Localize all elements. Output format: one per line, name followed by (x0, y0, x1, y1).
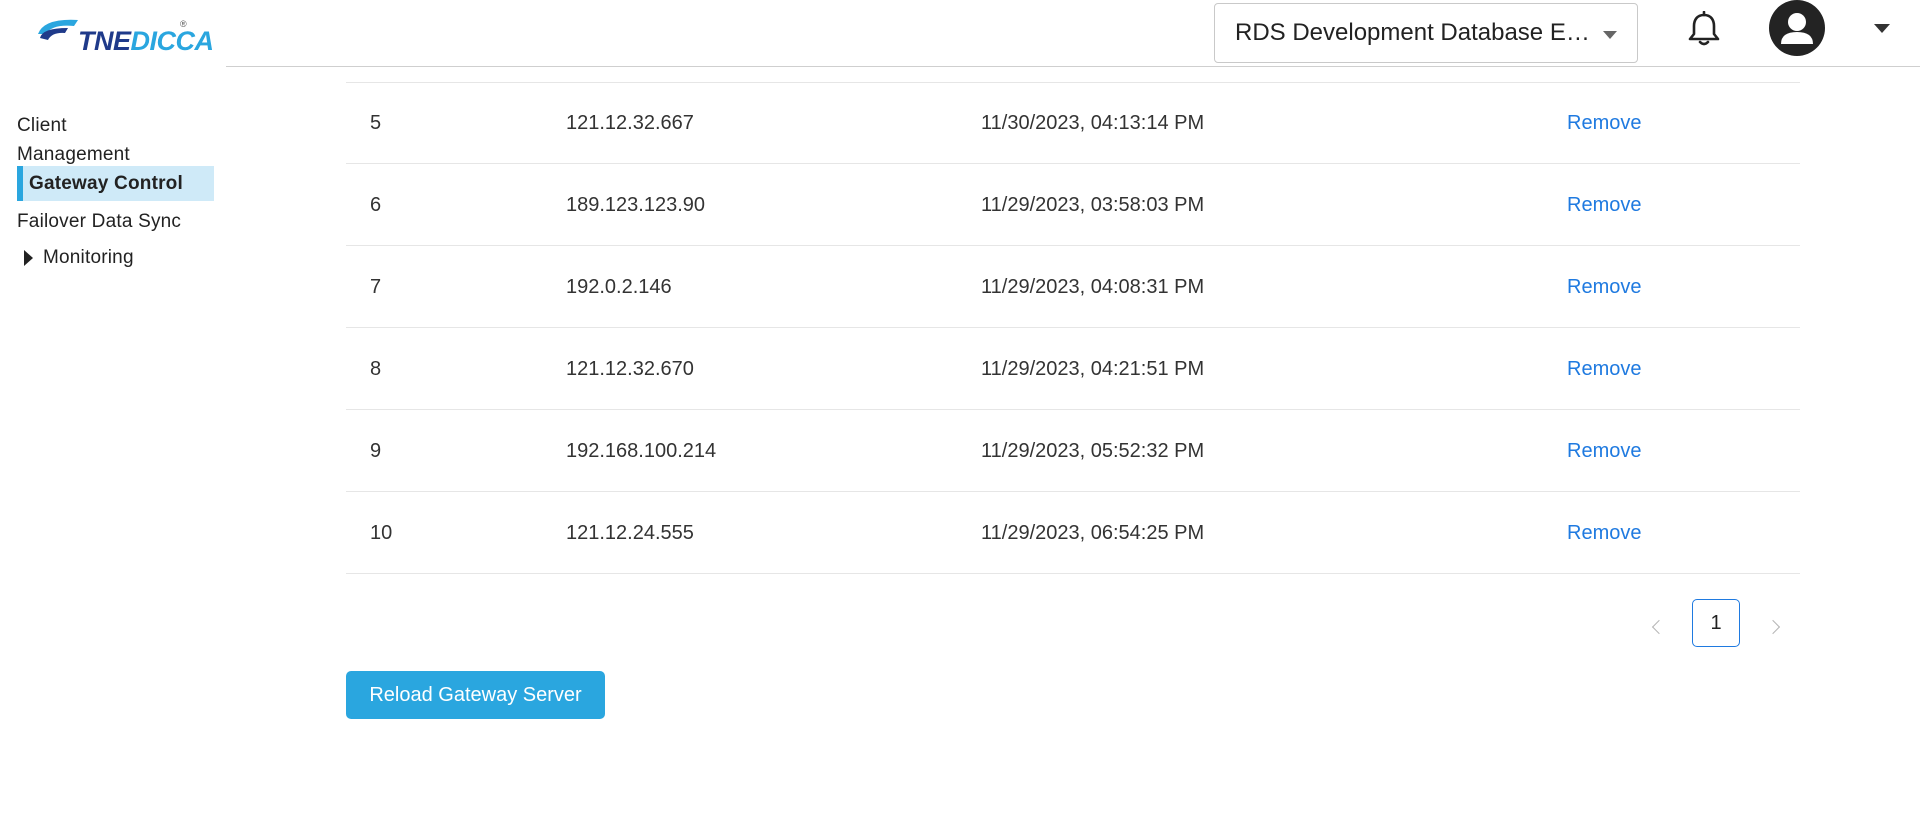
pagination-next-button[interactable] (1764, 614, 1788, 640)
row-number: 8 (370, 358, 382, 380)
registered-mark: ® (180, 19, 187, 29)
row-timestamp: 11/29/2023, 05:52:32 PM (981, 440, 1205, 462)
remove-link[interactable]: Remove (1567, 492, 1641, 574)
row-number: 6 (370, 194, 382, 216)
remove-link[interactable]: Remove (1567, 164, 1641, 246)
row-number: 10 (370, 522, 393, 544)
chevron-left-icon (1651, 619, 1667, 635)
row-timestamp: 11/29/2023, 03:58:03 PM (981, 194, 1205, 216)
table-row: 6 189.123.123.90 11/29/2023, 03:58:03 PM… (346, 164, 1800, 246)
bell-icon[interactable] (1687, 10, 1721, 47)
remove-link[interactable]: Remove (1567, 246, 1641, 328)
database-select[interactable]: RDS Development Database EL... (1214, 3, 1638, 63)
row-ip-address: 189.123.123.90 (566, 194, 706, 216)
remove-link[interactable]: Remove (1567, 82, 1641, 164)
sidebar-item-failover-data-sync[interactable]: Failover Data Sync (17, 207, 181, 236)
avatar-icon (1781, 13, 1813, 44)
logo-text-part2: DICCA (130, 26, 215, 56)
table-row: 9 192.168.100.214 11/29/2023, 05:52:32 P… (346, 410, 1800, 492)
pagination-page-current[interactable]: 1 (1692, 599, 1740, 647)
table-row: 7 192.0.2.146 11/29/2023, 04:08:31 PM Re… (346, 246, 1800, 328)
sidebar: Client Management Gateway Control Failov… (0, 67, 226, 839)
table-row: 10 121.12.24.555 11/29/2023, 06:54:25 PM… (346, 492, 1800, 574)
row-timestamp: 11/29/2023, 04:21:51 PM (981, 358, 1205, 380)
chevron-right-icon (1765, 619, 1781, 635)
row-ip-address: 121.12.32.670 (566, 358, 694, 380)
row-timestamp: 11/29/2023, 06:54:25 PM (981, 522, 1205, 544)
sidebar-item-label: Monitoring (43, 247, 134, 268)
logo-text: TNEDICCA (78, 26, 214, 57)
row-timestamp: 11/29/2023, 04:08:31 PM (981, 276, 1205, 298)
chevron-down-icon (1874, 24, 1890, 33)
row-ip-address: 192.168.100.214 (566, 440, 717, 462)
row-number: 5 (370, 112, 382, 134)
table-row: 8 121.12.32.670 11/29/2023, 04:21:51 PM … (346, 328, 1800, 410)
reload-gateway-server-button[interactable]: Reload Gateway Server (346, 671, 605, 719)
pagination-prev-button[interactable] (1645, 614, 1669, 640)
header-divider (226, 66, 1920, 67)
remove-link[interactable]: Remove (1567, 410, 1641, 492)
logo-text-part1: TNE (78, 26, 131, 56)
table-row: 5 121.12.32.667 11/30/2023, 04:13:14 PM … (346, 82, 1800, 164)
row-ip-address: 192.0.2.146 (566, 276, 672, 298)
top-header: TNEDICCA ® RDS Development Database EL..… (0, 0, 1920, 67)
row-timestamp: 11/30/2023, 04:13:14 PM (981, 112, 1205, 134)
user-menu-toggle[interactable] (1874, 24, 1890, 33)
chevron-down-icon (1603, 31, 1617, 39)
remove-link[interactable]: Remove (1567, 328, 1641, 410)
database-select-value: RDS Development Database EL... (1235, 19, 1595, 46)
sidebar-item-gateway-control[interactable]: Gateway Control (17, 166, 214, 201)
row-ip-address: 121.12.24.555 (566, 522, 694, 544)
user-avatar[interactable] (1769, 0, 1825, 56)
caret-right-icon (24, 249, 33, 266)
row-number: 7 (370, 276, 382, 298)
gateway-table: 5 121.12.32.667 11/30/2023, 04:13:14 PM … (346, 82, 1800, 574)
company-logo[interactable]: TNEDICCA ® (34, 16, 214, 60)
sidebar-item-client-management[interactable]: Client Management (17, 111, 177, 169)
row-number: 9 (370, 440, 382, 462)
row-ip-address: 121.12.32.667 (566, 112, 694, 134)
sidebar-item-monitoring[interactable]: Monitoring (24, 243, 134, 272)
